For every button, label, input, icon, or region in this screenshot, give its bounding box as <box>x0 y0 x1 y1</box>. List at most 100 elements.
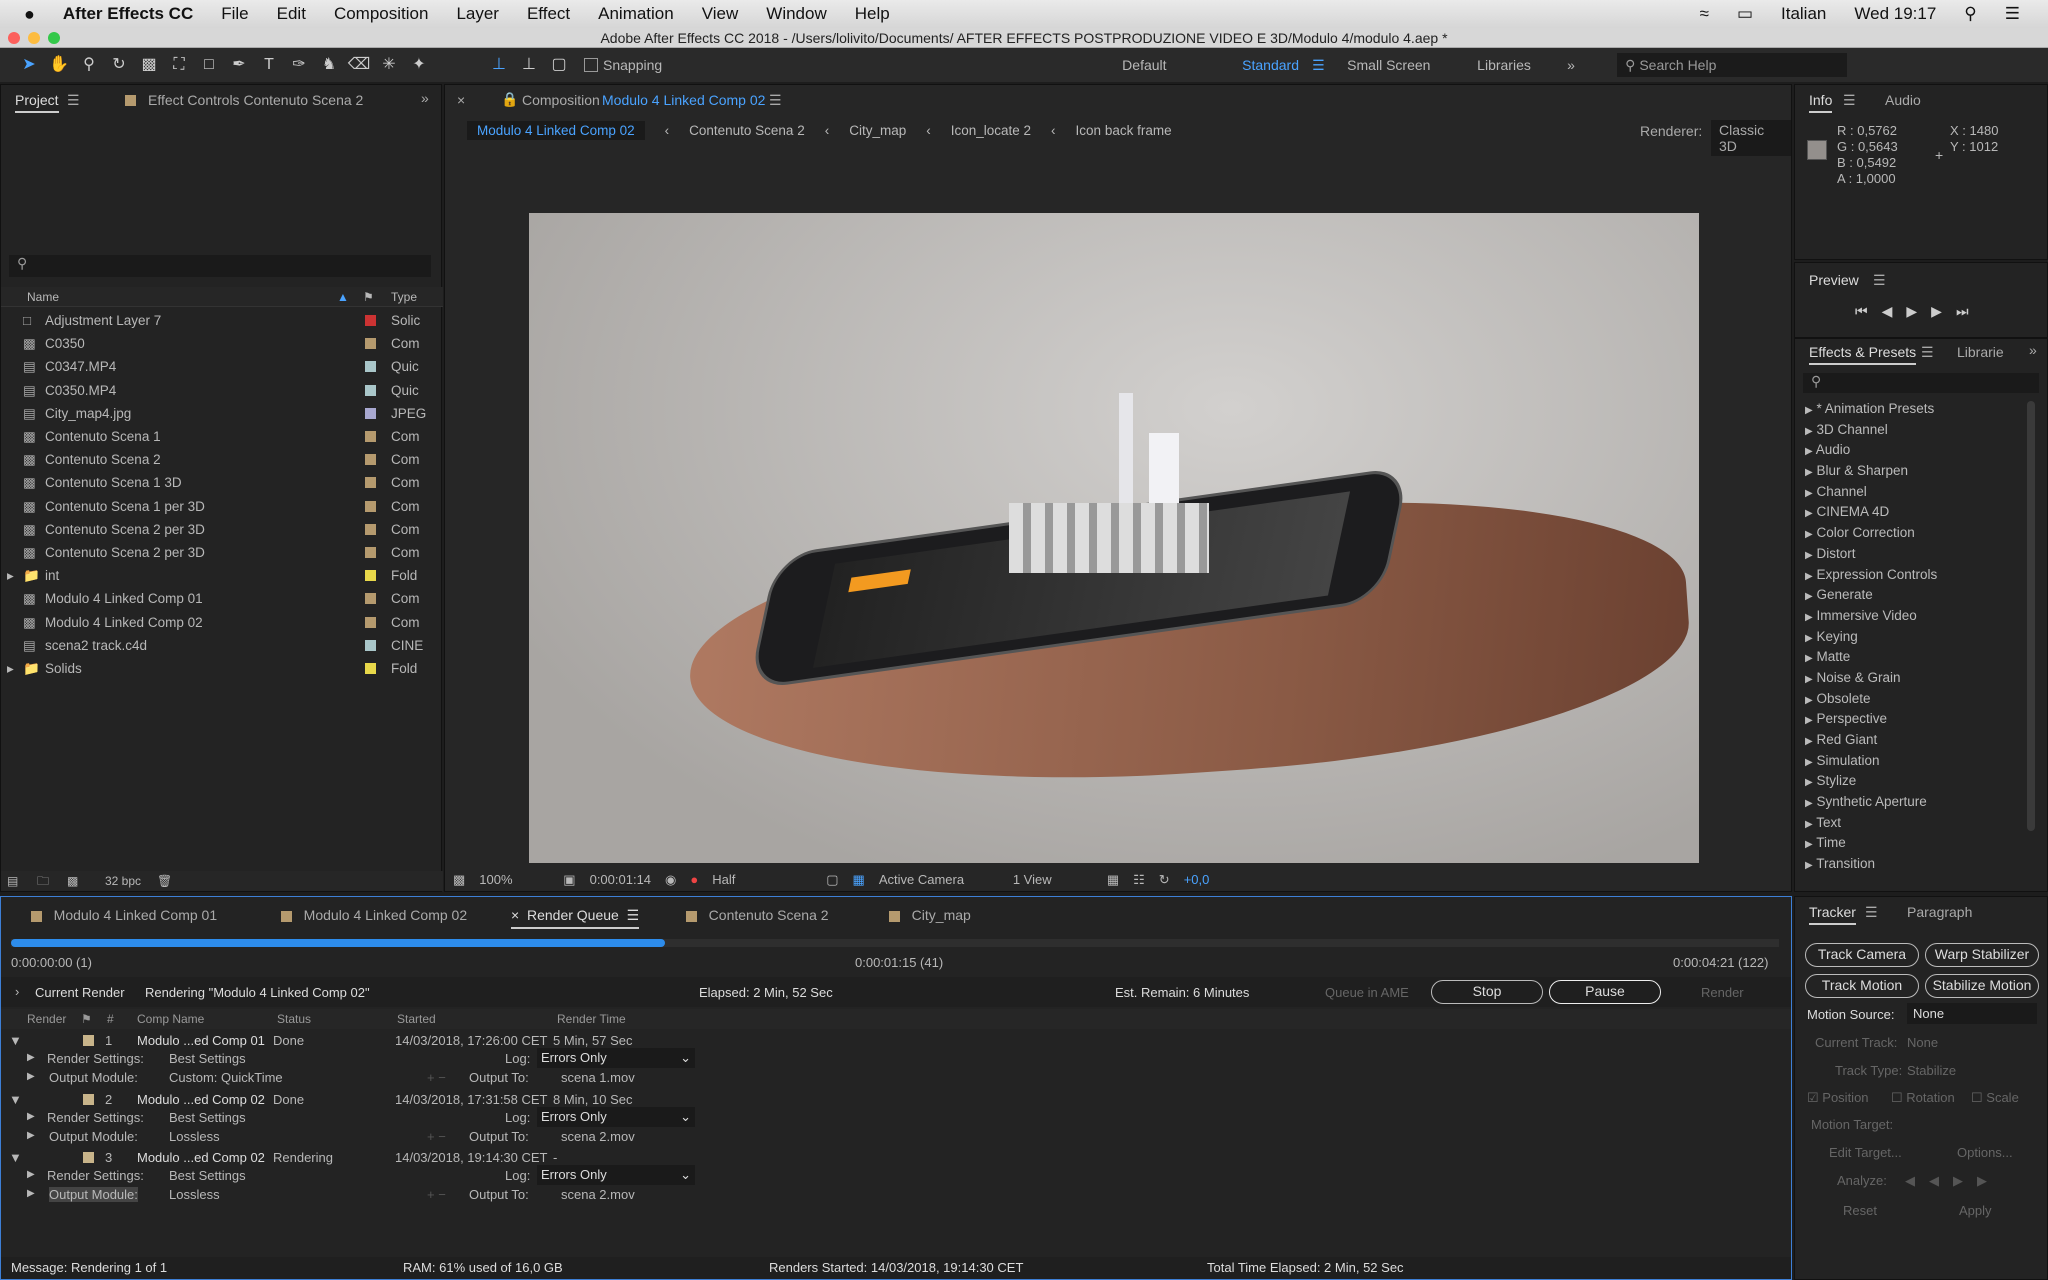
column-type[interactable]: Type <box>391 287 417 307</box>
analyze-controls[interactable]: ◀◀▶▶ <box>1905 1173 2001 1189</box>
expand-arrow-icon[interactable]: ▶ <box>1805 860 1813 871</box>
roto-brush-tool-icon[interactable]: ✳ <box>377 53 401 77</box>
menu-edit[interactable]: Edit <box>277 4 306 24</box>
new-folder-icon[interactable]: 🗀 <box>37 871 49 891</box>
effect-category[interactable]: ▶ Text <box>1795 813 2035 834</box>
eraser-tool-icon[interactable]: ⌫ <box>347 53 371 77</box>
effect-category[interactable]: ▶ * Animation Presets <box>1795 399 2035 420</box>
pause-button[interactable]: Pause <box>1549 980 1661 1004</box>
tab-bottom[interactable]: Modulo 4 Linked Comp 01 <box>31 907 217 923</box>
rotation-checkbox[interactable]: ☐ Rotation <box>1891 1090 1955 1106</box>
collapse-arrow-icon[interactable]: ▼ <box>9 1033 22 1048</box>
add-remove-output-icon[interactable]: + − <box>427 1187 446 1202</box>
new-comp-icon[interactable]: ▩ <box>67 871 78 891</box>
queue-in-ame-button[interactable]: Queue in AME <box>1325 985 1409 1000</box>
expand-arrow-icon[interactable]: ▶ <box>1805 405 1813 416</box>
label-swatch[interactable] <box>365 431 376 442</box>
column-render-time[interactable]: Render Time <box>557 1009 626 1029</box>
sort-ascending-icon[interactable]: ▲ <box>337 287 349 307</box>
project-item[interactable]: ▩ Modulo 4 Linked Comp 01 Com <box>1 587 443 610</box>
breadcrumb-item[interactable]: City_map <box>849 123 906 138</box>
text-tool-icon[interactable]: T <box>257 53 281 77</box>
edit-target-button[interactable]: Edit Target... <box>1829 1145 1902 1160</box>
tab-bottom[interactable]: Modulo 4 Linked Comp 02 <box>281 907 467 923</box>
current-track-select[interactable]: None <box>1907 1035 1938 1050</box>
tab-audio[interactable]: Audio <box>1885 92 1921 108</box>
stabilize-motion-button[interactable]: Stabilize Motion <box>1925 974 2039 998</box>
track-motion-button[interactable]: Track Motion <box>1805 974 1919 998</box>
expand-arrow-icon[interactable]: ▶ <box>27 1130 35 1141</box>
first-frame-icon[interactable]: ⏮ <box>1855 303 1868 320</box>
project-item[interactable]: ▩ Contenuto Scena 1 Com <box>1 425 443 448</box>
close-comp-icon[interactable]: × <box>457 92 465 108</box>
column-comp-name[interactable]: Comp Name <box>137 1009 204 1029</box>
expand-arrow-icon[interactable]: ▶ <box>1805 674 1813 685</box>
track-camera-button[interactable]: Track Camera <box>1805 943 1919 967</box>
project-item[interactable]: □ Adjustment Layer 7 Solic <box>1 309 443 332</box>
selection-tool-icon[interactable]: ➤ <box>17 53 41 77</box>
menu-file[interactable]: File <box>221 4 248 24</box>
column-number[interactable]: # <box>107 1009 114 1029</box>
effect-category[interactable]: ▶ Channel <box>1795 482 2035 503</box>
project-item[interactable]: ▩ Contenuto Scena 2 Com <box>1 448 443 471</box>
effect-category[interactable]: ▶ Obsolete <box>1795 689 2035 710</box>
expand-arrow-icon[interactable]: ▶ <box>27 1052 35 1063</box>
effect-category[interactable]: ▶ Expression Controls <box>1795 565 2035 586</box>
expand-arrow-icon[interactable]: ▶ <box>1805 467 1813 478</box>
label-swatch[interactable] <box>83 1152 94 1163</box>
puppet-tool-icon[interactable]: ✦ <box>407 53 431 77</box>
previous-frame-icon[interactable]: ◀ <box>1882 303 1893 320</box>
hand-tool-icon[interactable]: ✋ <box>47 53 71 77</box>
brush-tool-icon[interactable]: ✑ <box>287 53 311 77</box>
flowchart-icon[interactable]: ☷ <box>1133 869 1145 891</box>
label-swatch[interactable] <box>365 384 376 396</box>
play-icon[interactable]: ▶ <box>1906 303 1917 320</box>
expand-arrow-icon[interactable]: ▶ <box>1805 508 1813 519</box>
project-search-input[interactable]: ⚲ <box>9 255 431 277</box>
zoom-window-button[interactable] <box>48 32 60 44</box>
tab-libraries[interactable]: Librarie <box>1957 344 2004 360</box>
minimize-window-button[interactable] <box>28 32 40 44</box>
tab-bottom[interactable]: Contenuto Scena 2 <box>686 907 829 923</box>
project-item[interactable]: ▩ Contenuto Scena 2 per 3D Com <box>1 518 443 541</box>
tab-info[interactable]: Info <box>1809 92 1833 113</box>
project-item[interactable]: ▩ Contenuto Scena 1 per 3D Com <box>1 495 443 518</box>
wifi-icon[interactable]: ≈ <box>1700 4 1709 24</box>
label-swatch[interactable] <box>365 338 376 350</box>
tab-paragraph[interactable]: Paragraph <box>1907 904 1972 920</box>
workspace-small-screen[interactable]: Small Screen <box>1347 57 1477 73</box>
camera-tool-icon[interactable]: ▩ <box>137 53 161 77</box>
fit-icon[interactable]: ▣ <box>563 869 575 891</box>
column-status[interactable]: Status <box>277 1009 311 1029</box>
bpc-button[interactable]: 32 bpc <box>105 871 141 891</box>
warp-stabilizer-button[interactable]: Warp Stabilizer <box>1925 943 2039 967</box>
expand-arrow-icon[interactable]: ▶ <box>1805 571 1813 582</box>
collapse-arrow-icon[interactable]: ▼ <box>9 1150 22 1165</box>
expand-arrow-icon[interactable]: ▶ <box>1805 736 1813 747</box>
effect-category[interactable]: ▶ Red Giant <box>1795 730 2035 751</box>
last-frame-icon[interactable]: ⏭ <box>1956 303 1969 320</box>
menu-view[interactable]: View <box>702 4 739 24</box>
project-item[interactable]: ▤ scena2 track.c4d CINE <box>1 634 443 657</box>
column-render[interactable]: Render <box>27 1009 66 1029</box>
tab-effects-presets[interactable]: Effects & Presets <box>1809 344 1917 365</box>
position-checkbox[interactable]: ☑ Position <box>1807 1090 1869 1106</box>
effect-category[interactable]: ▶ Stylize <box>1795 771 2035 792</box>
effect-category[interactable]: ▶ Simulation <box>1795 751 2035 772</box>
resolution-select[interactable]: Half <box>712 869 812 891</box>
log-select[interactable]: Errors Only ⌄ <box>537 1165 695 1185</box>
battery-icon[interactable]: ▭ <box>1737 4 1753 24</box>
viewer-canvas[interactable] <box>529 213 1699 863</box>
expand-arrow-icon[interactable]: ▸ <box>7 657 14 680</box>
trash-icon[interactable]: 🗑 <box>157 871 172 891</box>
interpret-footage-icon[interactable]: ▤ <box>7 871 18 891</box>
project-menu-icon[interactable]: ☰ <box>67 92 80 109</box>
stop-button[interactable]: Stop <box>1431 980 1543 1004</box>
current-time[interactable]: 0:00:01:14 <box>590 869 651 891</box>
effects-menu-icon[interactable]: ☰ <box>1921 344 1934 361</box>
output-module-value[interactable]: Custom: QuickTime <box>169 1070 283 1085</box>
expand-arrow-icon[interactable]: ▶ <box>1805 798 1813 809</box>
render-settings-value[interactable]: Best Settings <box>169 1168 246 1183</box>
effect-category[interactable]: ▶ Color Correction <box>1795 523 2035 544</box>
camera-icon[interactable]: ◉ <box>665 869 676 891</box>
